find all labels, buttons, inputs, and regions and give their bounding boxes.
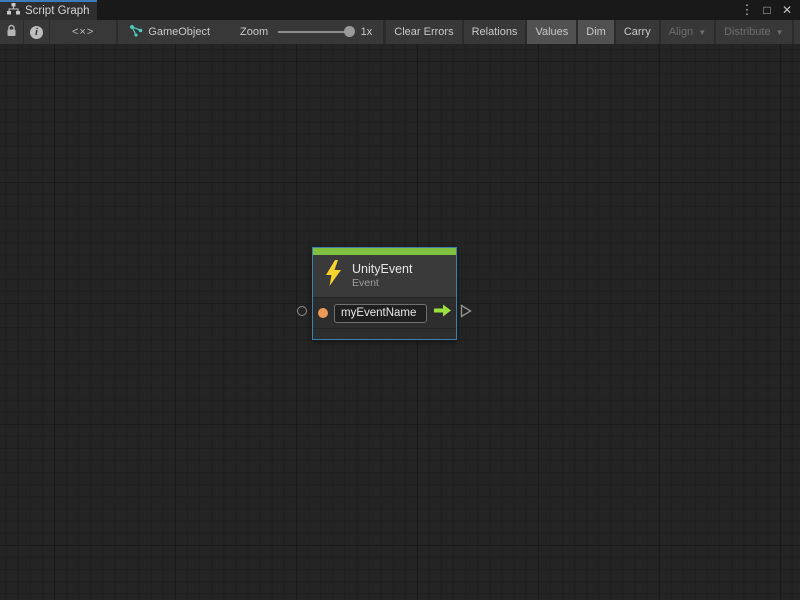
info-button[interactable]: i bbox=[24, 20, 49, 44]
graph-hierarchy-icon bbox=[7, 2, 20, 20]
titlebar: Script Graph ⋮ □ ✕ bbox=[0, 0, 800, 20]
zoom-label: Zoom bbox=[240, 26, 268, 38]
info-icon: i bbox=[30, 26, 43, 39]
flow-output-arrow-icon[interactable] bbox=[433, 304, 452, 322]
titlebar-spacer bbox=[97, 0, 738, 20]
tab-label: Script Graph bbox=[25, 5, 90, 17]
graph-canvas[interactable]: UnityEvent Event bbox=[0, 44, 800, 600]
event-name-input[interactable] bbox=[334, 304, 427, 323]
values-label: Values bbox=[535, 26, 568, 38]
close-icon[interactable]: ✕ bbox=[778, 1, 796, 19]
toolbar-buttons: Clear Errors Relations Values Dim Carry … bbox=[386, 20, 800, 44]
chevron-down-icon: ▼ bbox=[698, 28, 706, 37]
zoom-value: 1x bbox=[361, 26, 373, 38]
lock-button[interactable] bbox=[0, 20, 23, 44]
code-preview-button[interactable]: <×> bbox=[50, 20, 116, 44]
window-controls: ⋮ □ ✕ bbox=[738, 0, 800, 20]
relations-label: Relations bbox=[472, 26, 518, 38]
values-toggle-button[interactable]: Values bbox=[527, 20, 576, 44]
align-label: Align bbox=[669, 26, 693, 38]
chevron-down-icon: ▼ bbox=[776, 28, 784, 37]
distribute-dropdown-button[interactable]: Distribute ▼ bbox=[716, 20, 791, 44]
toolbar-context-group: GameObject Zoom 1x bbox=[118, 20, 383, 44]
node-subtitle: Event bbox=[352, 277, 412, 290]
carry-label: Carry bbox=[624, 26, 651, 38]
align-dropdown-button[interactable]: Align ▼ bbox=[661, 20, 714, 44]
code-icon: <×> bbox=[58, 26, 108, 38]
lightning-bolt-icon bbox=[325, 260, 342, 291]
zoom-slider-track[interactable] bbox=[278, 31, 353, 33]
dim-toggle-button[interactable]: Dim bbox=[578, 20, 614, 44]
dim-label: Dim bbox=[586, 26, 606, 38]
carry-button[interactable]: Carry bbox=[616, 20, 659, 44]
event-input-port-icon[interactable] bbox=[318, 308, 328, 318]
maximize-icon[interactable]: □ bbox=[758, 1, 776, 19]
unity-event-node[interactable]: UnityEvent Event bbox=[312, 247, 457, 340]
toolbar: i <×> GameObject Zoom 1x bbox=[0, 20, 800, 44]
script-graph-window: Script Graph ⋮ □ ✕ i <×> bbox=[0, 0, 800, 600]
node-color-bar bbox=[313, 248, 456, 255]
clear-errors-label: Clear Errors bbox=[394, 26, 453, 38]
clear-errors-button[interactable]: Clear Errors bbox=[386, 20, 461, 44]
graph-output-port-icon[interactable] bbox=[460, 304, 472, 323]
node-port-row bbox=[313, 297, 456, 328]
graph-input-port-icon[interactable] bbox=[297, 306, 307, 316]
node-title: UnityEvent bbox=[352, 262, 412, 277]
node-footer bbox=[313, 328, 456, 339]
tab-script-graph[interactable]: Script Graph bbox=[0, 0, 97, 20]
relations-button[interactable]: Relations bbox=[464, 20, 526, 44]
zoom-slider-handle[interactable] bbox=[344, 26, 355, 37]
gameobject-icon bbox=[129, 24, 143, 40]
kebab-menu-icon[interactable]: ⋮ bbox=[738, 1, 756, 19]
zoom-slider[interactable] bbox=[278, 27, 353, 37]
target-gameobject-label: GameObject bbox=[148, 26, 210, 38]
distribute-label: Distribute bbox=[724, 26, 770, 38]
node-header[interactable]: UnityEvent Event bbox=[313, 255, 456, 297]
lock-icon bbox=[6, 24, 17, 40]
overview-button[interactable]: Overview bbox=[794, 20, 800, 44]
